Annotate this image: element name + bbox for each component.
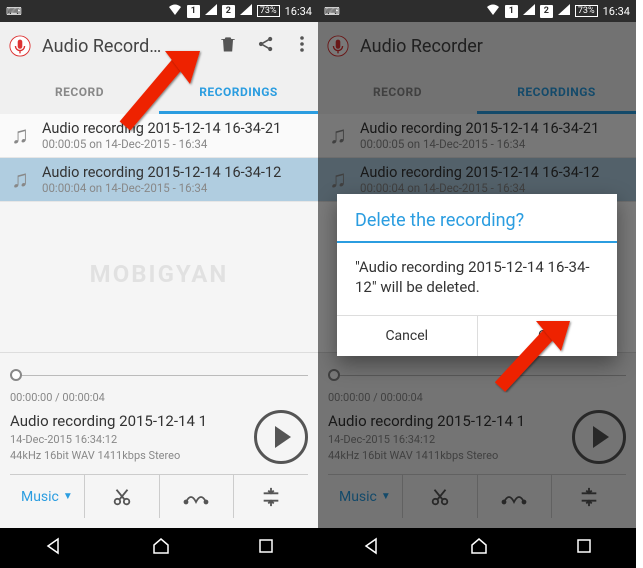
watermark: MOBIGYAN <box>90 260 229 288</box>
screen-right: ⌨ 1 2 73% 16:34 Audio Recorder RECORD RE… <box>318 0 636 568</box>
app-title: Audio Record… <box>42 36 208 57</box>
music-category-button[interactable]: Music▼ <box>10 475 85 518</box>
trim-button[interactable] <box>85 475 160 518</box>
music-note-icon: ♫ <box>8 121 32 150</box>
share-icon[interactable] <box>256 34 276 58</box>
modal-overlay: Delete the recording? "Audio recording 2… <box>318 22 636 528</box>
nav-bar <box>0 528 318 568</box>
screen-left: ⌨ 1 2 73% 16:34 Audio Record… <box>0 0 318 568</box>
tab-recordings[interactable]: RECORDINGS <box>159 70 318 114</box>
nav-bar <box>318 528 636 568</box>
seek-bar[interactable] <box>10 363 308 387</box>
home-button[interactable] <box>152 537 170 559</box>
cancel-button[interactable]: Cancel <box>337 316 478 356</box>
time-display: 00:00:00 / 00:00:04 <box>10 391 308 404</box>
crop-button[interactable] <box>234 475 308 518</box>
mic-icon <box>8 34 32 58</box>
back-button[interactable] <box>362 537 382 559</box>
delete-dialog: Delete the recording? "Audio recording 2… <box>337 194 617 357</box>
recent-button[interactable] <box>258 538 274 558</box>
battery-status: 73% <box>575 5 598 17</box>
item-title: Audio recording 2015-12-14 16-34-21 <box>42 120 310 137</box>
back-button[interactable] <box>44 537 64 559</box>
tab-record[interactable]: RECORD <box>0 70 159 114</box>
item-title: Audio recording 2015-12-14 16-34-12 <box>42 164 310 181</box>
dialog-body: "Audio recording 2015-12-14 16-34-12" wi… <box>337 257 617 316</box>
sim2-badge: 2 <box>222 5 235 18</box>
signal-icon <box>523 4 535 18</box>
clock: 16:34 <box>285 5 312 18</box>
music-label: Music <box>21 489 59 505</box>
dialog-title: Delete the recording? <box>337 194 617 241</box>
signal-icon-2 <box>558 4 570 18</box>
clock: 16:34 <box>603 5 630 18</box>
list-item[interactable]: ♫ Audio recording 2015-12-14 16-34-12 00… <box>0 158 318 202</box>
signal-icon <box>205 4 217 18</box>
recent-button[interactable] <box>576 538 592 558</box>
delete-icon[interactable] <box>218 34 238 58</box>
sim1-badge: 1 <box>505 5 518 18</box>
player-date: 14-Dec-2015 16:34:12 <box>10 433 244 446</box>
list-item[interactable]: ♫ Audio recording 2015-12-14 16-34-21 00… <box>0 114 318 158</box>
status-bar: ⌨ 1 2 73% 16:34 <box>0 0 318 22</box>
wifi-icon <box>168 4 182 18</box>
item-sub: 00:00:05 on 14-Dec-2015 - 16:34 <box>42 137 310 151</box>
ok-button[interactable]: OK <box>478 316 618 356</box>
home-button[interactable] <box>470 537 488 559</box>
status-bar: ⌨ 1 2 73% 16:34 <box>318 0 636 22</box>
wifi-icon <box>486 4 500 18</box>
battery-status: 73% <box>257 5 280 17</box>
keyboard-icon: ⌨ <box>6 5 22 18</box>
tabs: RECORD RECORDINGS <box>0 70 318 114</box>
speed-button[interactable] <box>160 475 235 518</box>
play-button[interactable] <box>254 410 308 464</box>
keyboard-icon: ⌨ <box>324 5 340 18</box>
item-sub: 00:00:04 on 14-Dec-2015 - 16:34 <box>42 181 310 195</box>
app-bar: Audio Record… <box>0 22 318 70</box>
signal-icon-2 <box>240 4 252 18</box>
overflow-icon[interactable] <box>294 34 310 58</box>
player-title: Audio recording 2015-12-14 1 <box>10 412 244 430</box>
player-panel: 00:00:00 / 00:00:04 Audio recording 2015… <box>0 352 318 528</box>
recording-list: ♫ Audio recording 2015-12-14 16-34-21 00… <box>0 114 318 202</box>
music-note-icon: ♫ <box>8 165 32 194</box>
sim2-badge: 2 <box>540 5 553 18</box>
sim1-badge: 1 <box>187 5 200 18</box>
player-format: 44kHz 16bit WAV 1411kbps Stereo <box>10 449 244 462</box>
